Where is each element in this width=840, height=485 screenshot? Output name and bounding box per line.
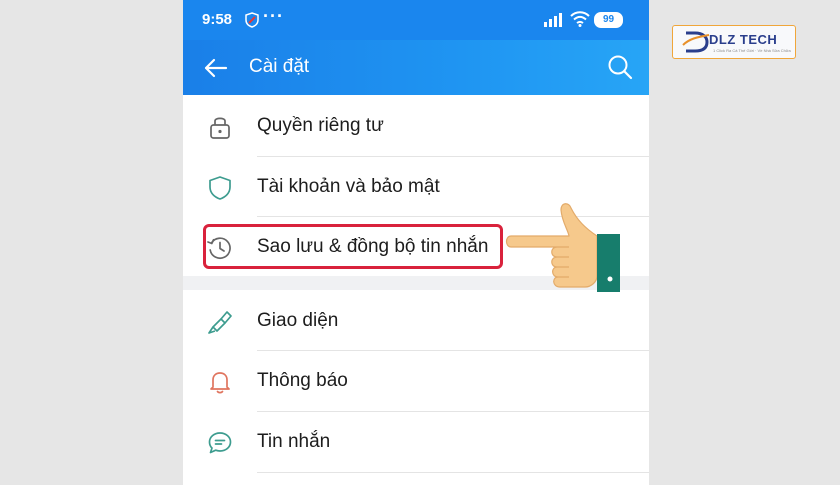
menu-item-messages[interactable]: Tin nhắn [183, 412, 649, 472]
lock-icon [210, 117, 230, 139]
pointing-hand-icon [505, 203, 620, 292]
app-header: Cài đặt [183, 40, 649, 95]
status-time: 9:58 [202, 11, 233, 28]
menu-item-privacy[interactable]: Quyền riêng tư [183, 96, 649, 156]
shield-status-icon [245, 12, 259, 28]
battery-indicator: 99 [594, 12, 623, 28]
menu-item-notifications[interactable]: Thông báo [183, 351, 649, 411]
back-arrow-icon[interactable] [203, 55, 229, 81]
highlight-box [203, 224, 503, 269]
menu-item-label: Quyền riêng tư [257, 115, 384, 136]
status-bar: 9:58 ··· 99 [183, 0, 649, 40]
logo-text: DLZ TECH [709, 32, 778, 47]
dlz-logo-mark-icon [682, 31, 710, 53]
bell-icon [210, 372, 230, 394]
paintbrush-icon [208, 311, 232, 334]
signal-icon [544, 13, 562, 27]
logo-tagline: 1 Click Ra Cả Thế Giới · Về Nhà Sửa Chữa [713, 48, 791, 53]
menu-item-label: Giao diện [257, 310, 339, 331]
menu-item-label: Tài khoản và bảo mật [257, 176, 440, 197]
page-title: Cài đặt [249, 56, 310, 77]
menu-item-label: Tin nhắn [257, 431, 331, 452]
wifi-icon [570, 11, 590, 27]
brand-logo: DLZ TECH 1 Click Ra Cả Thế Giới · Về Nhà… [672, 25, 796, 59]
status-more-icon: ··· [263, 6, 284, 26]
search-icon[interactable] [607, 54, 633, 80]
divider [257, 472, 649, 473]
chat-bubble-icon [208, 432, 232, 454]
menu-item-appearance[interactable]: Giao diện [183, 291, 649, 351]
menu-item-label: Thông báo [257, 370, 348, 391]
shield-icon [209, 176, 231, 200]
